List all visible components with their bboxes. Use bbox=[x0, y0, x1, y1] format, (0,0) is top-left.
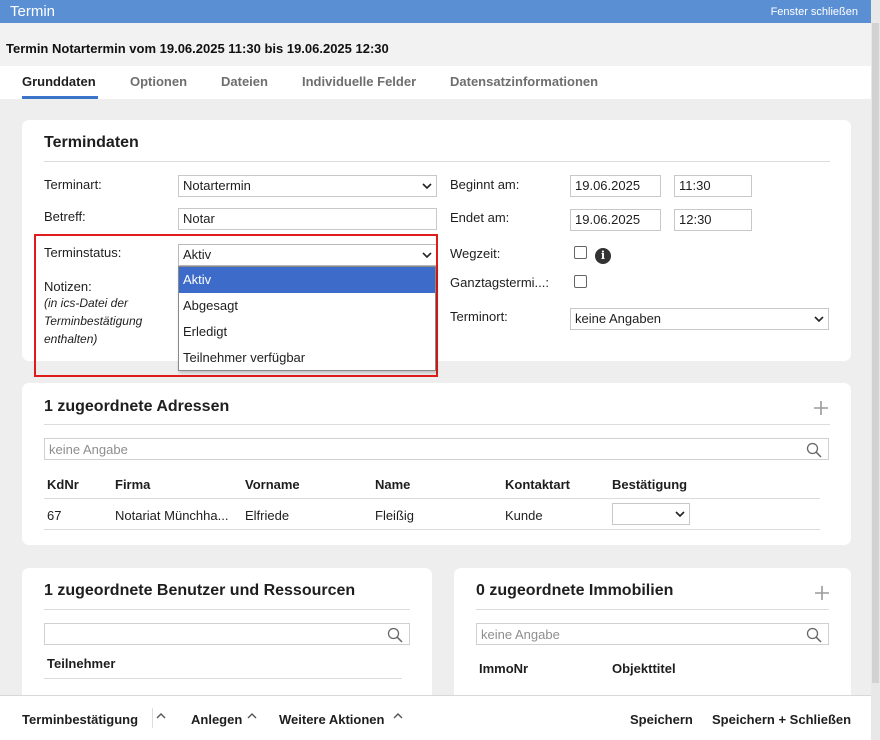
info-icon[interactable]: i bbox=[595, 248, 611, 264]
dropdown-option-aktiv[interactable]: Aktiv bbox=[179, 267, 435, 293]
tab-dateien[interactable]: Dateien bbox=[221, 74, 268, 89]
endet-date-input[interactable]: 19.06.2025 bbox=[570, 209, 661, 231]
search-placeholder: keine Angabe bbox=[49, 442, 128, 457]
window-title: Termin bbox=[10, 3, 56, 20]
adressen-card: 1 zugeordnete Adressen keine Angabe KdNr… bbox=[22, 383, 851, 545]
terminort-value: keine Angaben bbox=[575, 311, 662, 326]
col-kdnr[interactable]: KdNr bbox=[47, 477, 79, 492]
col-firma[interactable]: Firma bbox=[115, 477, 150, 492]
col-objekttitel[interactable]: Objekttitel bbox=[612, 661, 676, 676]
cell-name: Fleißig bbox=[375, 508, 415, 523]
scrollbar-thumb[interactable] bbox=[872, 23, 879, 683]
speichern-button[interactable]: Speichern bbox=[630, 712, 693, 727]
immobilien-card: 0 zugeordnete Immobilien keine Angabe Im… bbox=[454, 568, 851, 695]
betreff-value: Notar bbox=[183, 211, 215, 226]
terminort-label: Terminort: bbox=[450, 309, 508, 324]
adressen-title: 1 zugeordnete Adressen bbox=[44, 398, 230, 415]
endet-date-value: 19.06.2025 bbox=[575, 212, 641, 227]
main-content: Termindaten Terminart: Notartermin Betre… bbox=[0, 99, 871, 695]
ganztag-label: Ganztagstermi...: bbox=[450, 275, 549, 290]
chevron-down-icon bbox=[814, 316, 824, 323]
termindaten-title: Termindaten bbox=[44, 134, 139, 151]
tab-individuelle-felder[interactable]: Individuelle Felder bbox=[302, 74, 416, 89]
col-immonr[interactable]: ImmoNr bbox=[479, 661, 528, 676]
weitere-aktionen-button[interactable]: Weitere Aktionen bbox=[279, 712, 384, 727]
search-placeholder: keine Angabe bbox=[481, 627, 560, 642]
terminbestaetigung-button[interactable]: Terminbestätigung bbox=[22, 712, 138, 727]
cell-firma: Notariat Münchha... bbox=[115, 508, 229, 523]
wegzeit-label: Wegzeit: bbox=[450, 246, 501, 261]
beginnt-label: Beginnt am: bbox=[450, 177, 520, 192]
divider bbox=[44, 424, 830, 425]
beginnt-time-input[interactable]: 11:30 bbox=[674, 175, 752, 197]
search-icon[interactable] bbox=[387, 627, 403, 643]
footer-action-bar: Terminbestätigung Anlegen Weitere Aktion… bbox=[0, 695, 871, 740]
benutzer-search-input[interactable] bbox=[44, 623, 410, 645]
search-icon[interactable] bbox=[806, 442, 822, 458]
beginnt-date-value: 19.06.2025 bbox=[575, 178, 641, 193]
ganztag-checkbox[interactable] bbox=[574, 275, 587, 288]
table-header-divider bbox=[44, 498, 820, 499]
col-teilnehmer[interactable]: Teilnehmer bbox=[47, 656, 115, 671]
terminart-label: Terminart: bbox=[44, 177, 102, 192]
table-header-divider bbox=[44, 678, 402, 679]
tab-grunddaten[interactable]: Grunddaten bbox=[22, 74, 96, 89]
col-bestaetigung[interactable]: Bestätigung bbox=[612, 477, 687, 492]
benutzer-title: 1 zugeordnete Benutzer und Ressourcen bbox=[44, 582, 356, 599]
chevron-up-icon[interactable] bbox=[393, 711, 403, 721]
endet-label: Endet am: bbox=[450, 210, 510, 225]
bestaetigung-select[interactable] bbox=[612, 503, 690, 525]
chevron-up-icon[interactable] bbox=[156, 711, 166, 721]
wegzeit-checkbox[interactable] bbox=[574, 246, 587, 259]
chevron-down-icon bbox=[675, 511, 685, 518]
chevron-down-icon bbox=[422, 183, 432, 190]
search-icon[interactable] bbox=[806, 627, 822, 643]
betreff-input[interactable]: Notar bbox=[178, 208, 437, 230]
cell-vorname: Elfriede bbox=[245, 508, 290, 523]
divider bbox=[44, 161, 830, 162]
terminart-select[interactable]: Notartermin bbox=[178, 175, 437, 197]
beginnt-date-input[interactable]: 19.06.2025 bbox=[570, 175, 661, 197]
footer-separator bbox=[152, 708, 153, 728]
betreff-label: Betreff: bbox=[44, 209, 86, 224]
benutzer-card: 1 zugeordnete Benutzer und Ressourcen Te… bbox=[22, 568, 432, 695]
tab-bar: Grunddaten Optionen Dateien Individuelle… bbox=[0, 66, 871, 99]
chevron-up-icon[interactable] bbox=[247, 711, 257, 721]
tab-datensatzinformationen[interactable]: Datensatzinformationen bbox=[450, 74, 598, 89]
appointment-header: Termin Notartermin vom 19.06.2025 11:30 … bbox=[0, 23, 871, 66]
beginnt-time-value: 11:30 bbox=[679, 178, 711, 193]
adressen-search-input[interactable]: keine Angabe bbox=[44, 438, 829, 460]
close-window-button[interactable]: Fenster schließen bbox=[771, 6, 858, 18]
table-row-divider bbox=[44, 529, 820, 530]
col-name[interactable]: Name bbox=[375, 477, 410, 492]
window-scrollbar[interactable] bbox=[871, 0, 880, 740]
tab-optionen[interactable]: Optionen bbox=[130, 74, 187, 89]
divider bbox=[476, 609, 829, 610]
window-titlebar: Termin Fenster schließen bbox=[0, 0, 871, 23]
endet-time-input[interactable]: 12:30 bbox=[674, 209, 752, 231]
dropdown-option-erledigt[interactable]: Erledigt bbox=[179, 319, 435, 345]
speichern-schliessen-button[interactable]: Speichern + Schließen bbox=[712, 712, 851, 727]
plus-icon[interactable] bbox=[814, 401, 828, 415]
divider bbox=[44, 609, 410, 610]
dropdown-option-abgesagt[interactable]: Abgesagt bbox=[179, 293, 435, 319]
col-vorname[interactable]: Vorname bbox=[245, 477, 300, 492]
dropdown-option-teilnehmer-verfuegbar[interactable]: Teilnehmer verfügbar bbox=[179, 345, 435, 371]
cell-kdnr: 67 bbox=[47, 508, 62, 523]
cell-kontaktart: Kunde bbox=[505, 508, 543, 523]
immobilien-search-input[interactable]: keine Angabe bbox=[476, 623, 829, 645]
terminort-select[interactable]: keine Angaben bbox=[570, 308, 829, 330]
appointment-subject: Termin Notartermin vom 19.06.2025 11:30 … bbox=[6, 41, 389, 56]
col-kontaktart[interactable]: Kontaktart bbox=[505, 477, 570, 492]
anlegen-button[interactable]: Anlegen bbox=[191, 712, 242, 727]
endet-time-value: 12:30 bbox=[679, 212, 712, 227]
terminart-value: Notartermin bbox=[183, 178, 251, 193]
plus-icon[interactable] bbox=[815, 586, 829, 600]
immobilien-title: 0 zugeordnete Immobilien bbox=[476, 582, 674, 599]
terminstatus-dropdown-list[interactable]: Aktiv Abgesagt Erledigt Teilnehmer verfü… bbox=[178, 266, 436, 371]
